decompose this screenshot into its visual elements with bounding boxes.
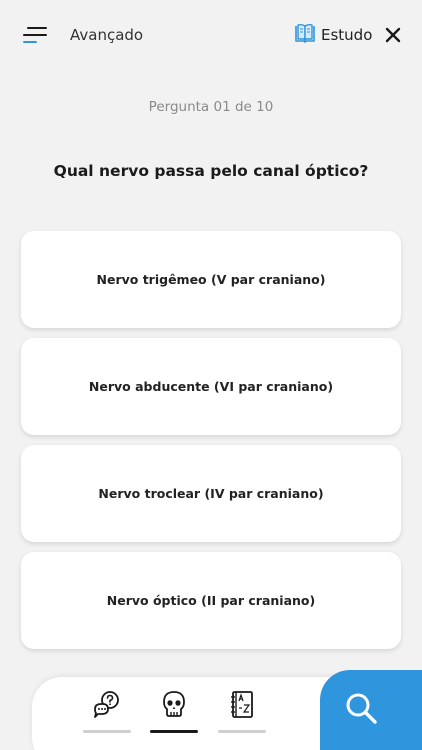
- bottom-tab-bar: [32, 677, 362, 750]
- tab-dictionary[interactable]: [212, 677, 272, 750]
- page-title: Avançado: [70, 26, 144, 44]
- question-counter: Pergunta 01 de 10: [148, 99, 274, 115]
- tab-indicator: [218, 730, 266, 733]
- tab-anatomy[interactable]: [144, 677, 204, 750]
- answer-option-3[interactable]: Nervo troclear (IV par craniano): [21, 445, 401, 542]
- menu-icon[interactable]: [22, 25, 48, 45]
- close-icon[interactable]: [384, 26, 402, 44]
- answer-option-4[interactable]: Nervo óptico (II par craniano): [21, 552, 401, 649]
- search-icon: [346, 693, 377, 724]
- book-icon: [294, 22, 316, 48]
- tab-indicator: [83, 730, 131, 733]
- study-button[interactable]: Estudo: [294, 22, 372, 48]
- question-text: Qual nervo passa pelo canal óptico?: [53, 162, 369, 180]
- answer-option-2[interactable]: Nervo abducente (VI par craniano): [21, 338, 401, 435]
- search-button[interactable]: [320, 670, 422, 750]
- dictionary-az-icon: [231, 691, 253, 718]
- skull-icon: [163, 691, 185, 717]
- tab-indicator: [150, 730, 198, 733]
- study-label: Estudo: [321, 26, 373, 44]
- answer-option-1[interactable]: Nervo trigêmeo (V par craniano): [21, 231, 401, 328]
- header: Avançado Estudo: [0, 0, 422, 70]
- tab-questions[interactable]: [77, 677, 137, 750]
- question-chat-icon: [94, 691, 119, 718]
